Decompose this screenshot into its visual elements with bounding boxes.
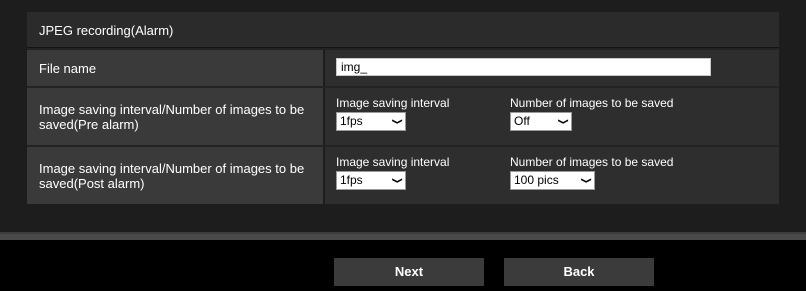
post-alarm-count-value: 100 pics (514, 173, 559, 187)
pre-alarm-interval-value: 1fps (340, 114, 363, 128)
section-title: JPEG recording(Alarm) (39, 23, 174, 38)
file-name-input[interactable]: img_ (336, 58, 711, 76)
pre-alarm-count-group: Number of images to be saved Off ❯ (510, 96, 673, 131)
post-alarm-interval-value: 1fps (340, 173, 363, 187)
next-button[interactable]: Next (334, 258, 484, 286)
file-name-row: File name img_ (27, 50, 779, 86)
section-header: JPEG recording(Alarm) (27, 12, 779, 48)
pre-alarm-interval-label: Image saving interval (336, 96, 450, 110)
chevron-down-icon: ❯ (391, 118, 403, 125)
chevron-down-icon: ❯ (557, 118, 569, 125)
post-alarm-count-label: Number of images to be saved (510, 155, 674, 169)
post-alarm-count-select[interactable]: 100 pics ❯ (510, 171, 595, 190)
chevron-down-icon: ❯ (580, 177, 592, 184)
post-alarm-value-cell: Image saving interval 1fps ❯ Number of i… (325, 147, 779, 204)
post-alarm-interval-group: Image saving interval 1fps ❯ (336, 155, 449, 190)
file-name-label: File name (27, 50, 323, 86)
file-name-value-cell: img_ (325, 50, 779, 86)
post-alarm-interval-select[interactable]: 1fps ❯ (336, 171, 406, 190)
pre-alarm-label: Image saving interval/Number of images t… (27, 88, 323, 145)
pre-alarm-interval-select[interactable]: 1fps ❯ (336, 112, 406, 131)
post-alarm-label: Image saving interval/Number of images t… (27, 147, 323, 204)
chevron-down-icon: ❯ (391, 177, 403, 184)
pre-alarm-count-label: Number of images to be saved (510, 96, 674, 110)
pre-alarm-count-select[interactable]: Off ❯ (510, 112, 572, 131)
post-alarm-row: Image saving interval/Number of images t… (27, 147, 779, 204)
post-alarm-interval-label: Image saving interval (336, 155, 450, 169)
back-button[interactable]: Back (504, 258, 654, 286)
pre-alarm-row: Image saving interval/Number of images t… (27, 88, 779, 145)
post-alarm-count-group: Number of images to be saved 100 pics ❯ (510, 155, 673, 190)
pre-alarm-interval-group: Image saving interval 1fps ❯ (336, 96, 449, 131)
pre-alarm-count-value: Off (514, 114, 530, 128)
pre-alarm-value-cell: Image saving interval 1fps ❯ Number of i… (325, 88, 779, 145)
divider-bar (0, 234, 806, 240)
